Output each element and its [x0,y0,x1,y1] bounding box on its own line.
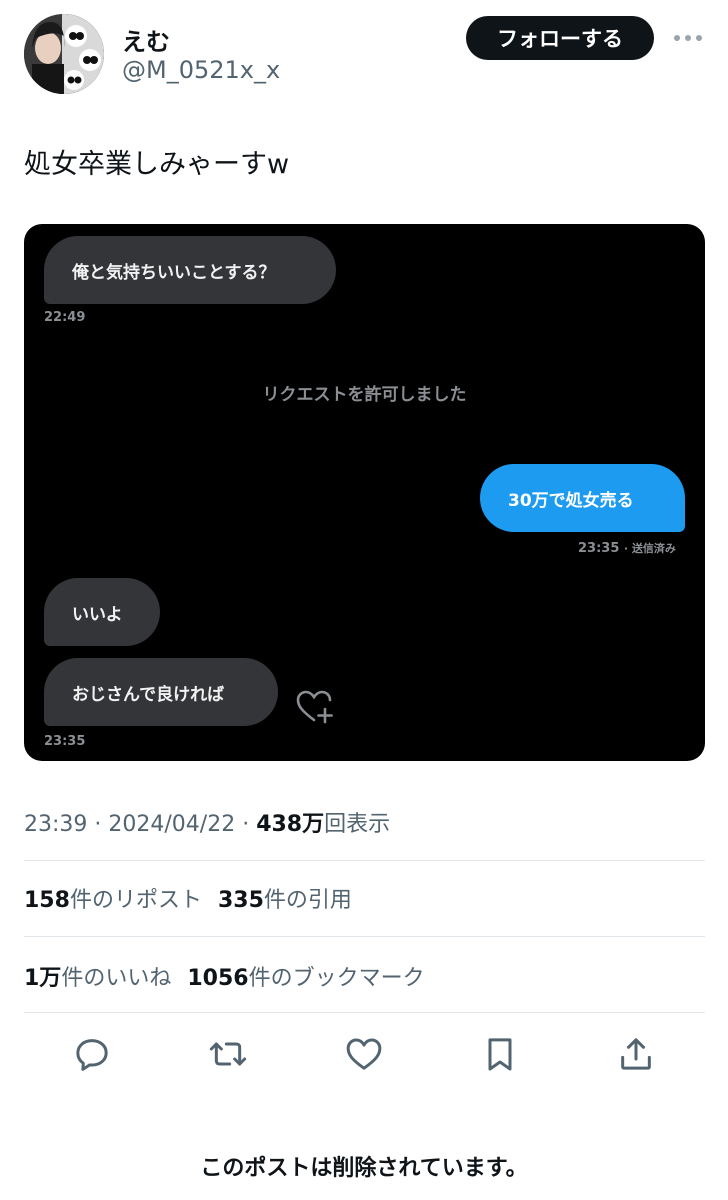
view-count: 438万 [256,812,325,837]
tweet-meta: 23:39 · 2024/04/22 · 438万回表示 [24,806,390,838]
dm-status: 送信済み [631,542,676,555]
bookmarks-link[interactable]: 1056件のブックマーク [187,966,424,991]
more-icon[interactable] [668,20,708,56]
divider [24,1012,705,1013]
meta-separator: · [87,812,109,837]
dm-sent-meta: 23:35 · 送信済み [578,540,676,556]
bookmark-icon[interactable] [478,1030,522,1078]
like-icon[interactable] [342,1030,386,1078]
reposts-link[interactable]: 158件のリポスト [24,888,202,913]
follow-button[interactable]: フォローする [466,16,654,60]
bookmark-count: 1056 [187,966,249,991]
dm-bubble-received: おじさんで良ければ [44,658,278,726]
repost-quote-stats: 158件のリポスト 335件の引用 [24,882,352,914]
tweet-header: えむ @M_0521x_x フォローする [0,0,728,100]
display-name[interactable]: えむ [122,22,170,57]
quote-count: 335 [217,888,264,913]
dm-timestamp: 23:35 [44,734,86,749]
quotes-link[interactable]: 335件の引用 [218,888,352,913]
like-label: 件のいいね [61,966,172,991]
dm-timestamp: 23:35 [578,541,620,556]
meta-separator: · [235,812,257,837]
bookmark-label: 件のブックマーク [248,966,425,991]
reply-icon[interactable] [70,1030,114,1078]
like-bookmark-stats: 1万件のいいね 1056件のブックマーク [24,960,425,992]
repost-count: 158 [24,888,70,913]
dm-timestamp: 22:49 [44,310,86,325]
tweet-time[interactable]: 23:39 [24,812,87,837]
repost-icon[interactable] [206,1030,250,1078]
divider [24,860,705,861]
share-icon[interactable] [614,1030,658,1078]
view-label: 回表示 [324,812,391,837]
user-handle[interactable]: @M_0521x_x [122,56,280,84]
deleted-notice: このポストは削除されています。 [200,1156,528,1181]
avatar[interactable] [24,14,104,94]
dm-bubble-received: 俺と気持ちいいことする？ [44,236,336,304]
dm-bubble-received: いいよ [44,578,160,646]
dm-dot: · [623,542,632,555]
likes-link[interactable]: 1万件のいいね [24,966,171,991]
tweet-media-image[interactable]: 俺と気持ちいいことする？ 22:49 リクエストを許可しました 30万で処女売る… [24,224,705,761]
repost-label: 件のリポスト [69,888,202,913]
heart-plus-icon [296,690,334,724]
quote-label: 件の引用 [263,888,352,913]
like-count: 1万 [24,966,62,991]
tweet-date[interactable]: 2024/04/22 [108,812,235,837]
tweet-text: 処女卒業しみゃーすw [24,149,290,180]
action-bar [0,1030,728,1080]
divider [24,936,705,937]
dm-bubble-sent: 30万で処女売る [480,464,685,532]
dm-system-message: リクエストを許可しました [262,385,467,405]
